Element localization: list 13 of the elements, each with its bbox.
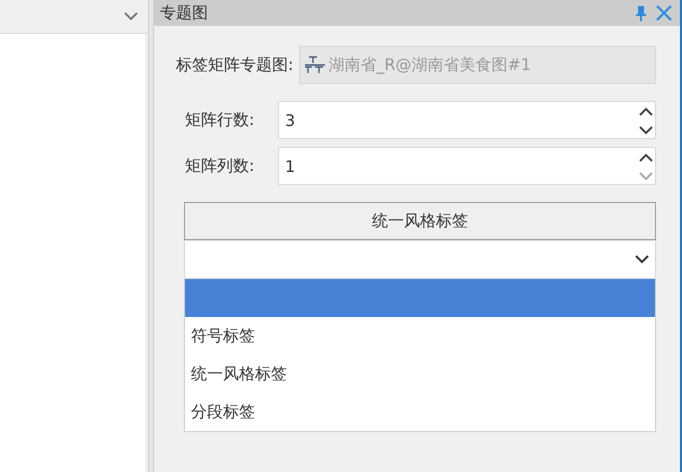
chevron-down-icon bbox=[124, 12, 138, 21]
field-label: 矩阵行数: bbox=[184, 110, 256, 130]
field-label: 标签矩阵专题图: bbox=[176, 54, 294, 76]
chevron-down-icon bbox=[635, 255, 649, 264]
panel-title: 专题图 bbox=[160, 2, 209, 24]
style-button[interactable]: 统一风格标签 bbox=[184, 202, 656, 240]
close-icon[interactable] bbox=[656, 5, 672, 21]
field-label: 矩阵列数: bbox=[184, 156, 256, 176]
pin-icon[interactable] bbox=[636, 5, 646, 21]
number-spinner[interactable]: 3 bbox=[278, 101, 656, 139]
number-spinner[interactable]: 1 bbox=[278, 147, 656, 185]
dropdown-field[interactable] bbox=[184, 240, 656, 279]
label-icon bbox=[304, 55, 326, 75]
